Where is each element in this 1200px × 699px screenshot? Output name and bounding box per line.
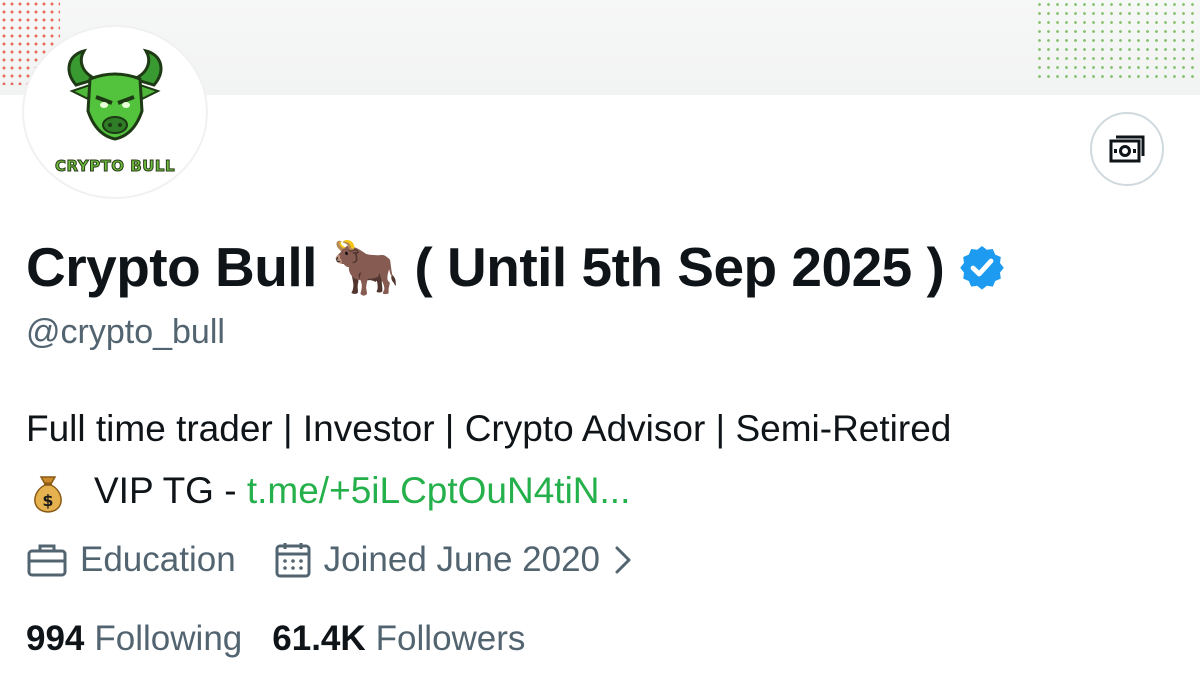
svg-text:$: $ <box>42 491 53 510</box>
category-label: Education <box>80 540 236 579</box>
calendar-icon <box>275 543 311 578</box>
followers-label: Followers <box>375 619 526 658</box>
following-label: Following <box>94 619 243 658</box>
category-item: Education <box>26 540 236 580</box>
display-name-row: Crypto Bull 🐂 ( Until 5th Sep 2025 ) <box>26 232 1006 302</box>
following-link[interactable]: 994 Following <box>26 619 242 659</box>
following-count: 994 <box>26 619 85 658</box>
display-name: Crypto Bull 🐂 ( Until 5th Sep 2025 ) <box>26 235 945 298</box>
money-icon <box>1109 135 1145 163</box>
banner-dots-right <box>1035 0 1200 80</box>
verified-badge-icon[interactable] <box>958 243 1006 291</box>
bio-line-1: Full time trader | Investor | Crypto Adv… <box>26 408 952 449</box>
chevron-right-icon[interactable] <box>614 545 632 575</box>
telegram-link[interactable]: t.me/+5iLCptOuN4tiN... <box>247 470 631 512</box>
followers-count: 61.4K <box>272 619 366 658</box>
followers-link[interactable]: 61.4K Followers <box>272 619 525 659</box>
money-bag-icon: $ <box>34 476 62 513</box>
money-button[interactable] <box>1090 112 1164 186</box>
avatar[interactable]: CRYPTO BULL <box>24 27 206 197</box>
bio-vip-text: VIP TG - <box>94 470 237 511</box>
joined-label: Joined June 2020 <box>323 540 601 579</box>
profile-stats-row: 994 Following 61.4K Followers <box>26 617 525 661</box>
briefcase-icon <box>27 544 67 577</box>
bio-line-2: $ VIP TG - t.me/+5iLCptOuN4tiN... <box>26 469 630 513</box>
handle: @crypto_bull <box>26 313 225 351</box>
profile-meta-row: Education Joined June 2020 <box>26 538 644 582</box>
joined-item[interactable]: Joined June 2020 <box>274 540 644 580</box>
avatar-logo-text: CRYPTO BULL <box>54 157 176 176</box>
